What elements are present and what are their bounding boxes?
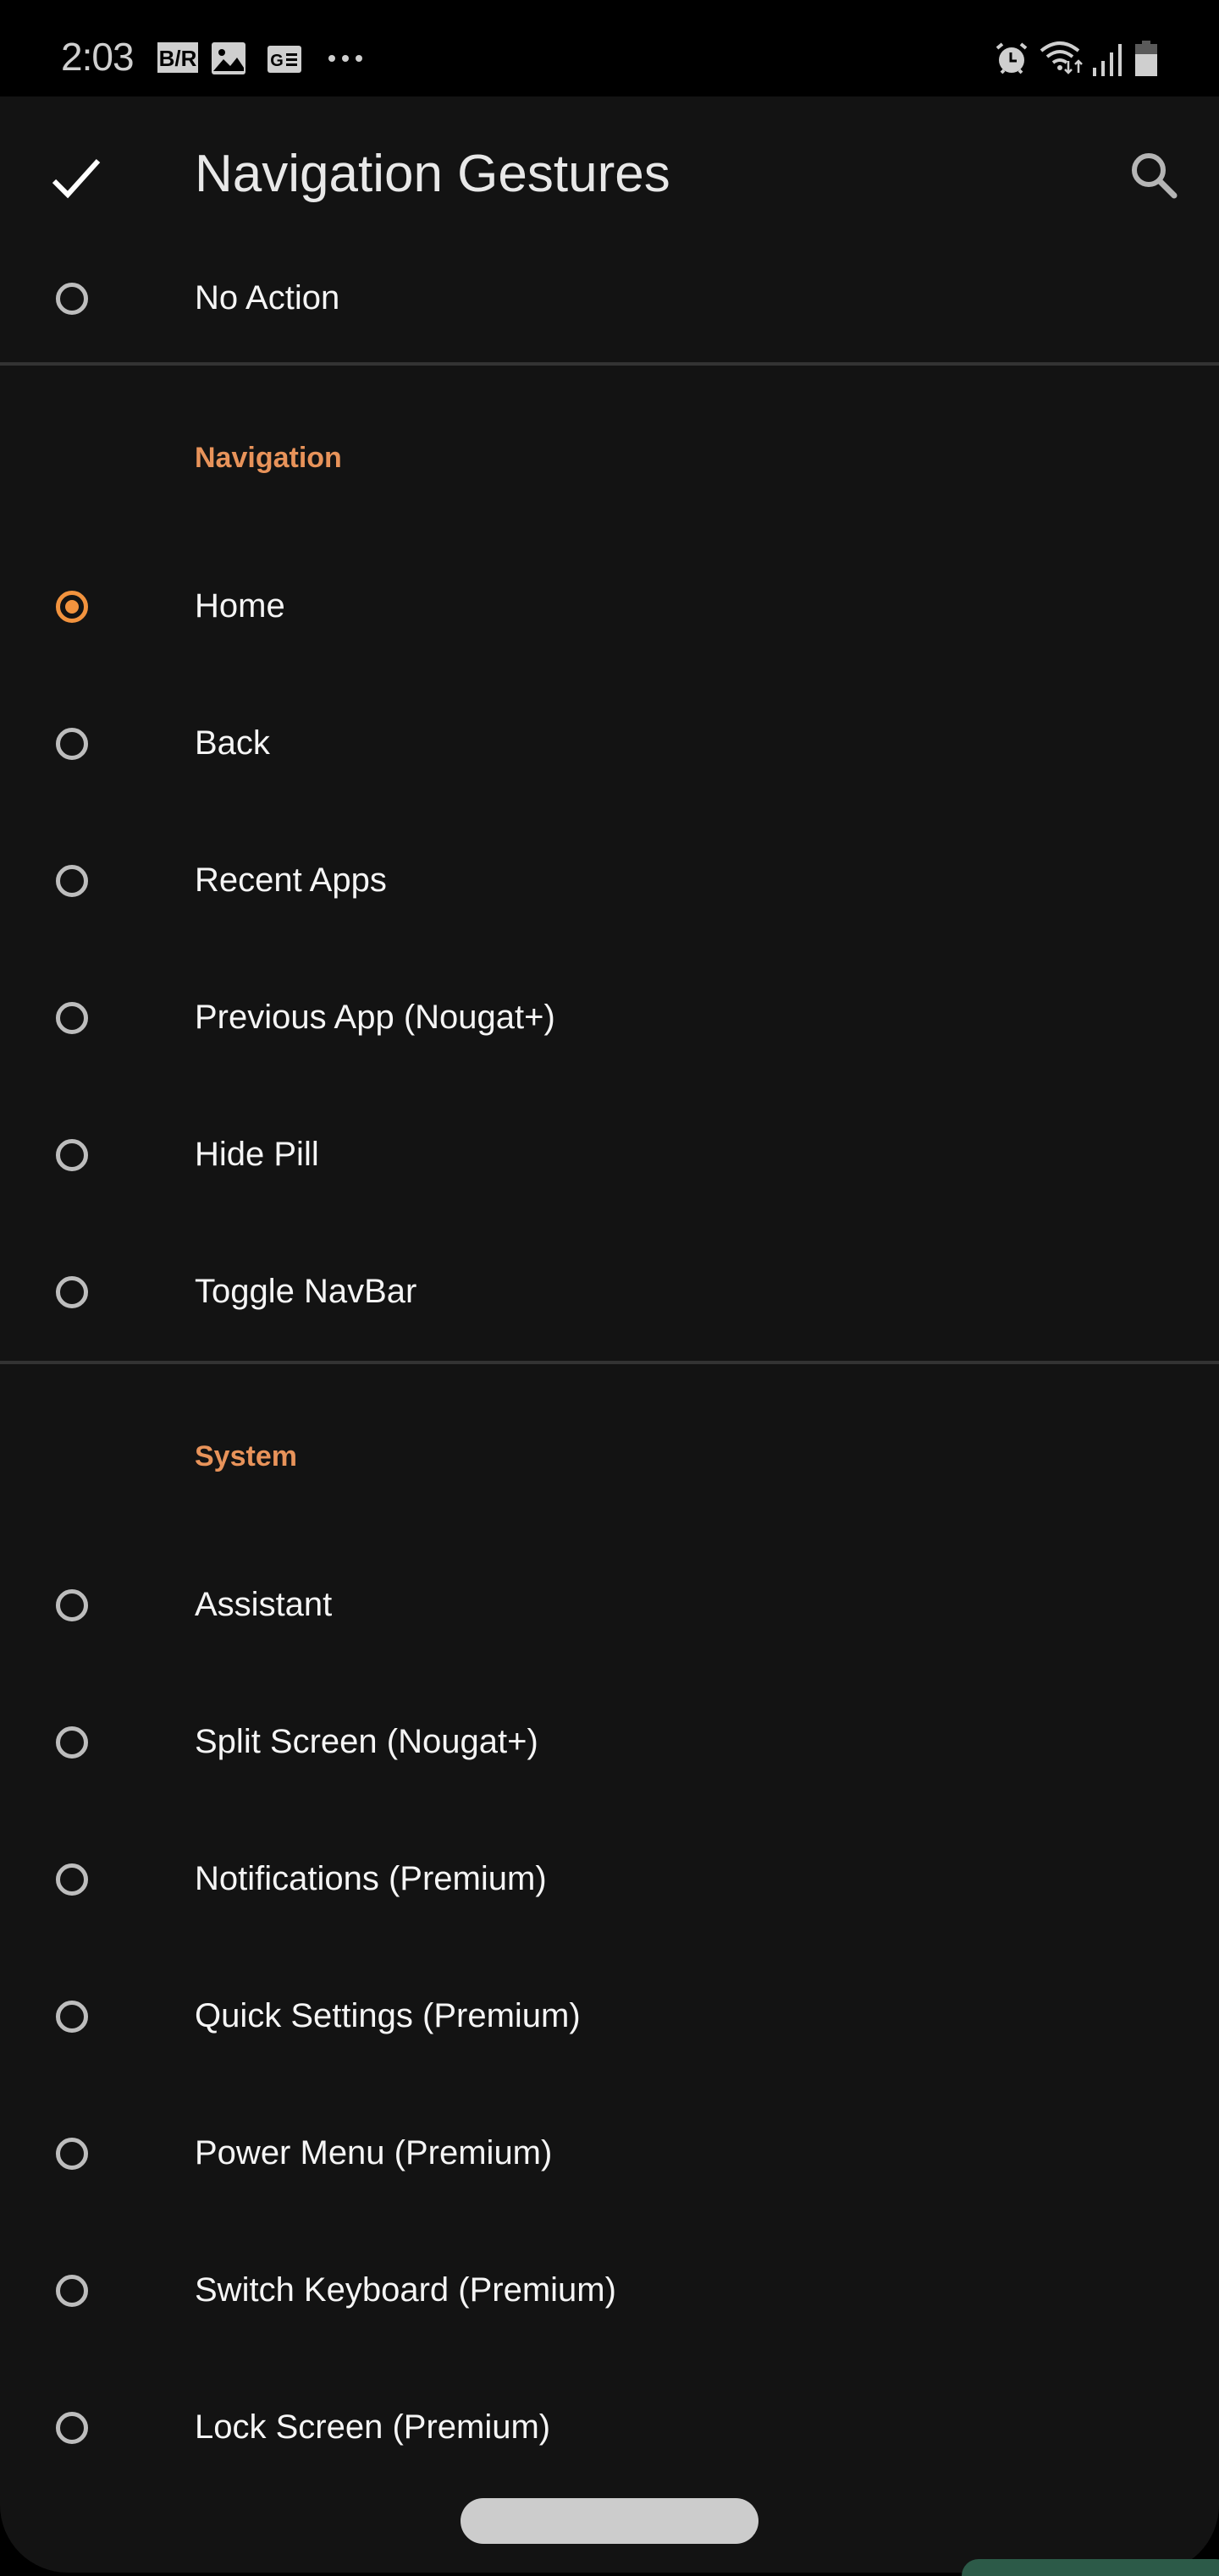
radio-unselected[interactable] [56, 2001, 88, 2033]
radio-unselected[interactable] [56, 1139, 88, 1171]
list-item[interactable]: Recent Apps [0, 817, 1219, 953]
list-item[interactable]: Power Menu (Premium) [0, 2090, 1219, 2226]
list-item[interactable]: Split Screen (Nougat+) [0, 1679, 1219, 1814]
list-item-label: Lock Screen (Premium) [195, 2408, 551, 2446]
svg-text:B/R: B/R [159, 46, 197, 71]
list-item[interactable]: Previous App (Nougat+) [0, 955, 1219, 1090]
list-item-label: Notifications (Premium) [195, 1860, 547, 1897]
more-notifications-icon [327, 52, 364, 68]
list-item-label: Home [195, 587, 285, 625]
gallery-icon [212, 42, 245, 79]
list-item[interactable]: Assistant [0, 1542, 1219, 1677]
list-item[interactable]: Hide Pill [0, 1092, 1219, 1227]
alarm-icon [994, 41, 1029, 80]
wifi-icon [1040, 39, 1087, 80]
news-icon: G [268, 46, 301, 77]
list-item-label: Quick Settings (Premium) [195, 1997, 581, 2034]
list-item-label: Assistant [195, 1586, 333, 1623]
radio-selected[interactable] [56, 591, 88, 623]
list-item-label: Recent Apps [195, 861, 387, 899]
app-screen: Navigation Gestures No Action Navigation H… [0, 96, 1219, 2573]
signal-icon [1092, 42, 1122, 80]
list-item-label: Split Screen (Nougat+) [195, 1723, 538, 1760]
list-item-label: Switch Keyboard (Premium) [195, 2271, 616, 2309]
list-item-label: Toggle NavBar [195, 1273, 417, 1310]
radio-unselected[interactable] [56, 2412, 88, 2444]
list-item-label: Hide Pill [195, 1136, 319, 1173]
check-icon[interactable] [42, 146, 110, 213]
list-item[interactable]: Switch Keyboard (Premium) [0, 2227, 1219, 2363]
list-item[interactable]: Quick Settings (Premium) [0, 1953, 1219, 2089]
home-pill-handle[interactable] [461, 2498, 758, 2544]
toolbar: Navigation Gestures [0, 96, 1219, 249]
list-item-label: Power Menu (Premium) [195, 2134, 553, 2171]
list-item-label: Previous App (Nougat+) [195, 999, 555, 1036]
radio-unselected[interactable] [56, 1002, 88, 1034]
radio-unselected[interactable] [56, 283, 88, 315]
divider [0, 362, 1219, 366]
list-item[interactable]: Home [0, 543, 1219, 679]
page-title: Navigation Gestures [195, 145, 670, 203]
radio-unselected[interactable] [56, 2275, 88, 2307]
radio-unselected[interactable] [56, 2138, 88, 2170]
list-item[interactable]: Toggle NavBar [0, 1229, 1219, 1364]
section-header: Navigation [195, 442, 342, 474]
search-icon[interactable] [1122, 143, 1189, 211]
bleacher-report-icon: B/R [157, 42, 198, 77]
list-item[interactable]: Back [0, 680, 1219, 816]
radio-unselected[interactable] [56, 1589, 88, 1621]
status-time: 2:03 [61, 35, 135, 79]
section-header: System [195, 1440, 297, 1472]
list-item[interactable]: No Action [0, 235, 1219, 371]
radio-unselected[interactable] [56, 1863, 88, 1896]
radio-unselected[interactable] [56, 1276, 88, 1308]
divider [0, 1361, 1219, 1364]
list-item[interactable]: Notifications (Premium) [0, 1816, 1219, 1951]
radio-unselected[interactable] [56, 728, 88, 760]
list-item-label: No Action [195, 279, 340, 316]
radio-unselected[interactable] [56, 1726, 88, 1759]
radio-unselected[interactable] [56, 865, 88, 897]
status-bar: 2:03 B/R G [0, 0, 1219, 96]
list-item[interactable]: Lock Screen (Premium) [0, 2364, 1219, 2500]
battery-icon [1134, 41, 1158, 80]
svg-text:G: G [270, 52, 284, 70]
list-item-label: Back [195, 724, 270, 762]
floating-action-bar-edge [962, 2559, 1219, 2576]
